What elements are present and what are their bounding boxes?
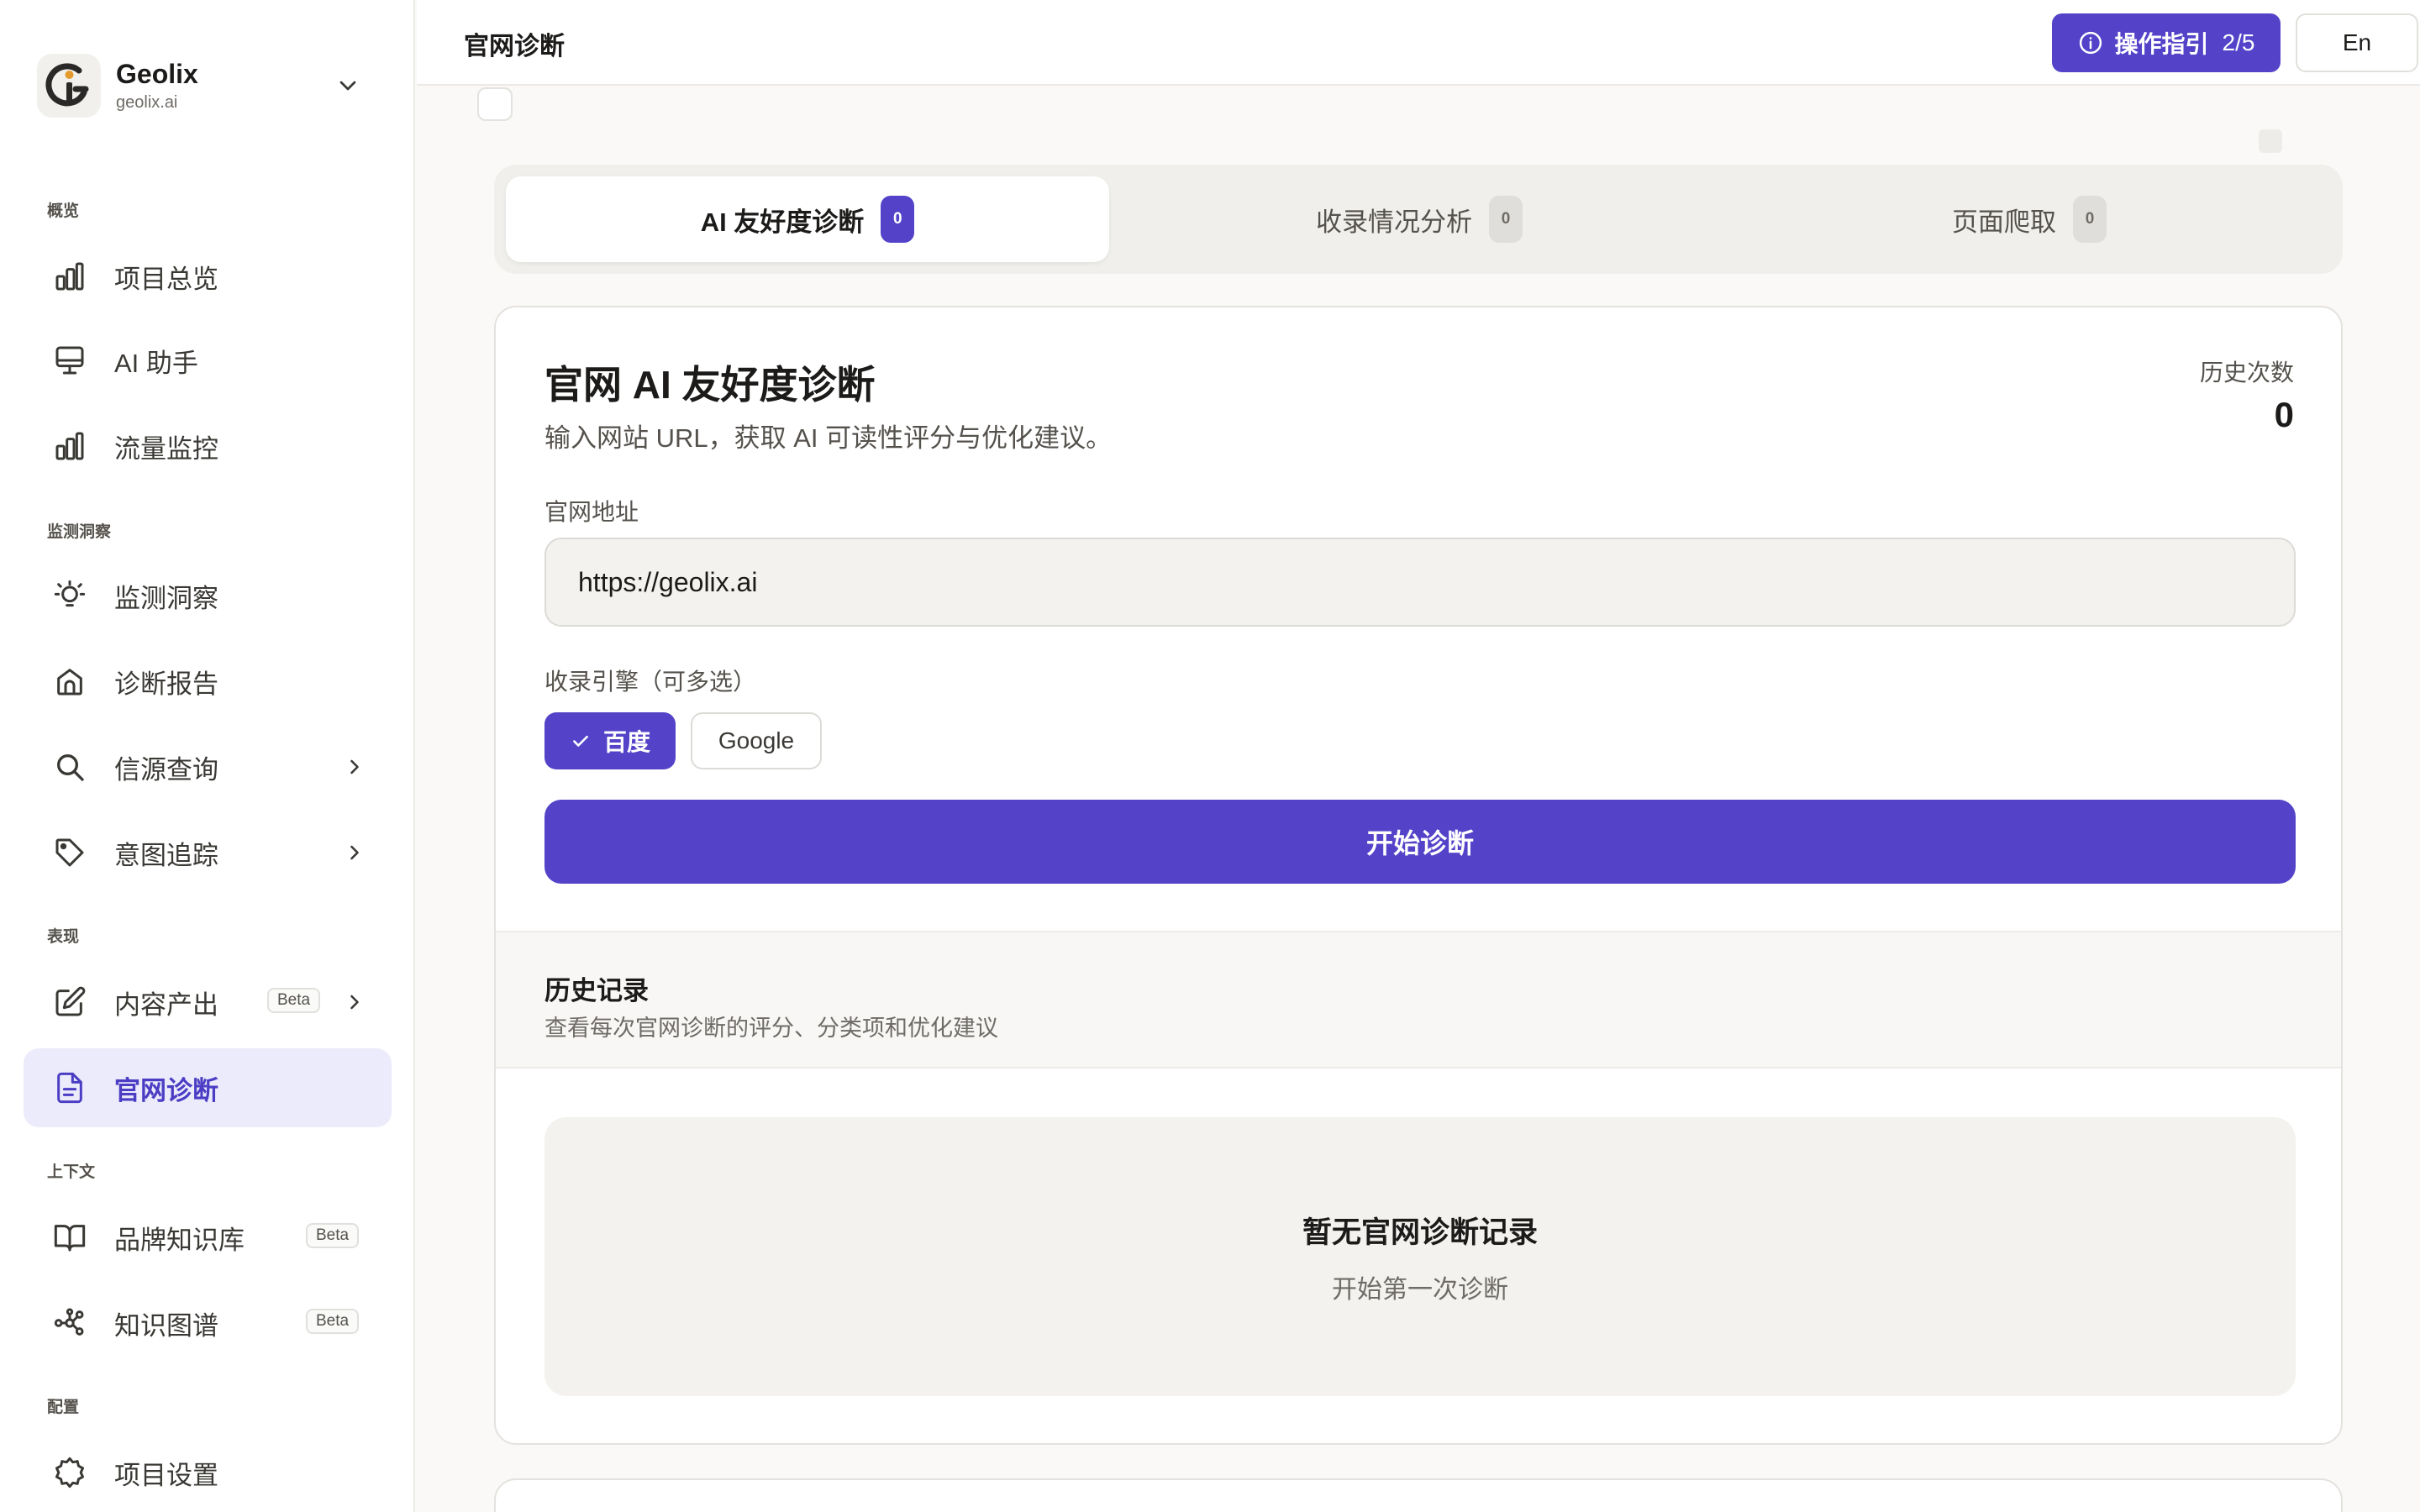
- project-switcher[interactable]: Geolix geolix.ai: [37, 52, 373, 119]
- lightbulb-icon: [52, 578, 87, 613]
- start-diagnosis-button[interactable]: 开始诊断: [544, 800, 2296, 884]
- floating-marker: [2259, 129, 2282, 153]
- beta-badge: Beta: [306, 1309, 360, 1334]
- monitor-icon: [52, 343, 87, 378]
- next-card: [494, 1478, 2343, 1512]
- tab-ai-friendliness[interactable]: AI 友好度诊断 0: [506, 176, 1109, 262]
- sidebar-item-label: 意图追踪: [114, 840, 218, 870]
- sidebar-item-traffic-monitor[interactable]: 流量监控: [24, 407, 392, 486]
- engine-field-label: 收录引擎（可多选）: [544, 669, 757, 695]
- page-title: 官网诊断: [464, 33, 565, 60]
- check-icon: [570, 730, 592, 752]
- guide-label: 操作指引: [2114, 31, 2209, 57]
- sidebar-item-label: 项目设置: [114, 1460, 218, 1490]
- diagnosis-card: 官网 AI 友好度诊断 输入网站 URL，获取 AI 可读性评分与优化建议。 历…: [494, 306, 2343, 1445]
- geolix-logo-icon: [37, 54, 101, 118]
- engine-chip-baidu[interactable]: 百度: [544, 712, 676, 769]
- sidebar-item-label: 内容产出: [114, 990, 218, 1020]
- sidebar-item-label: 诊断报告: [114, 669, 218, 699]
- section-label-overview: 概览: [47, 202, 80, 220]
- guide-button[interactable]: 操作指引 2/5: [2052, 13, 2281, 72]
- sidebar-item-knowledge-graph[interactable]: 知识图谱 Beta: [24, 1284, 392, 1362]
- chevron-right-icon: [343, 755, 366, 783]
- section-label-performance: 表现: [47, 928, 80, 946]
- section-label-monitoring: 监测洞察: [47, 523, 112, 541]
- sidebar-item-label: AI 助手: [114, 348, 198, 378]
- tab-count-badge: 0: [881, 196, 915, 243]
- url-field-label: 官网地址: [544, 499, 639, 525]
- sidebar-item-label: 信源查询: [114, 754, 218, 785]
- sidebar-item-website-diagnosis[interactable]: 官网诊断: [24, 1048, 392, 1127]
- chevron-down-icon[interactable]: [334, 72, 361, 103]
- brand-name: Geolix: [116, 59, 198, 89]
- brand-domain: geolix.ai: [116, 93, 178, 112]
- sidebar-item-label: 品牌知识库: [114, 1225, 245, 1255]
- engine-chip-label: 百度: [602, 729, 650, 755]
- document-icon: [52, 1070, 87, 1105]
- empty-state-subtitle: 开始第一次诊断: [1332, 1275, 1508, 1304]
- sidebar-item-ai-assistant[interactable]: AI 助手: [24, 321, 392, 400]
- engine-chip-google[interactable]: Google: [691, 712, 822, 769]
- engine-chip-label: Google: [718, 727, 795, 753]
- sidebar-item-intent-tracking[interactable]: 意图追踪: [24, 813, 392, 892]
- empty-state-title: 暂无官网诊断记录: [1302, 1215, 1538, 1249]
- book-icon: [52, 1220, 87, 1255]
- tab-indexing-analysis[interactable]: 收录情况分析 0: [1118, 176, 1721, 262]
- bar-chart-icon: [52, 428, 87, 464]
- diagnosis-tabs: AI 友好度诊断 0 收录情况分析 0 页面爬取 0: [494, 165, 2343, 274]
- tab-label: 页面爬取: [1952, 207, 2056, 237]
- sidebar: Geolix geolix.ai 概览 项目总览 AI 助手 流量监控 监测洞察…: [0, 0, 415, 1512]
- sidebar-item-content-output[interactable]: 内容产出 Beta: [24, 963, 392, 1042]
- info-icon: [2078, 30, 2103, 55]
- history-title: 历史记录: [544, 976, 649, 1005]
- tab-count-badge: 0: [2073, 196, 2107, 243]
- sidebar-item-brand-knowledge[interactable]: 品牌知识库 Beta: [24, 1198, 392, 1277]
- chevron-right-icon: [343, 990, 366, 1018]
- section-label-config: 配置: [47, 1399, 80, 1416]
- card-subtitle: 输入网站 URL，获取 AI 可读性评分与优化建议。: [544, 423, 1113, 453]
- sidebar-item-diagnosis-report[interactable]: 诊断报告: [24, 642, 392, 721]
- sidebar-item-project-overview[interactable]: 项目总览: [24, 237, 392, 316]
- chevron-right-icon: [343, 841, 366, 869]
- sidebar-item-label: 项目总览: [114, 264, 218, 294]
- card-title: 官网 AI 友好度诊断: [544, 363, 876, 407]
- history-subtitle: 查看每次官网诊断的评分、分类项和优化建议: [544, 1016, 998, 1041]
- floating-handle[interactable]: [477, 87, 513, 121]
- beta-badge: Beta: [306, 1223, 360, 1248]
- top-bar: 官网诊断 操作指引 2/5 En: [417, 0, 2420, 86]
- tag-icon: [52, 835, 87, 870]
- history-header: 历史记录 查看每次官网诊断的评分、分类项和优化建议: [496, 931, 2341, 1068]
- sidebar-item-label: 知识图谱: [114, 1310, 218, 1341]
- guide-progress: 2/5: [2222, 29, 2255, 55]
- sidebar-item-label: 流量监控: [114, 433, 218, 464]
- tab-label: AI 友好度诊断: [700, 207, 865, 237]
- sidebar-item-label: 监测洞察: [114, 583, 218, 613]
- bar-chart-icon: [52, 259, 87, 294]
- beta-badge: Beta: [267, 988, 321, 1013]
- section-label-context: 上下文: [47, 1163, 96, 1181]
- search-icon: [52, 749, 87, 785]
- sidebar-item-source-query[interactable]: 信源查询: [24, 727, 392, 806]
- url-input[interactable]: [544, 538, 2296, 627]
- tab-label: 收录情况分析: [1316, 207, 1472, 237]
- gear-icon: [52, 1455, 87, 1490]
- report-icon: [52, 664, 87, 699]
- tab-count-badge: 0: [1489, 196, 1523, 243]
- sidebar-item-insights[interactable]: 监测洞察: [24, 556, 392, 635]
- tab-page-crawl[interactable]: 页面爬取 0: [1728, 176, 2331, 262]
- graph-icon: [52, 1305, 87, 1341]
- sidebar-item-project-settings[interactable]: 项目设置: [24, 1433, 392, 1512]
- edit-icon: [52, 984, 87, 1020]
- history-count-value: 0: [2274, 395, 2294, 434]
- history-count-label: 历史次数: [2199, 360, 2294, 386]
- sidebar-item-label: 官网诊断: [114, 1075, 218, 1105]
- history-empty-state: 暂无官网诊断记录 开始第一次诊断: [544, 1117, 2296, 1396]
- language-toggle-button[interactable]: En: [2296, 13, 2418, 72]
